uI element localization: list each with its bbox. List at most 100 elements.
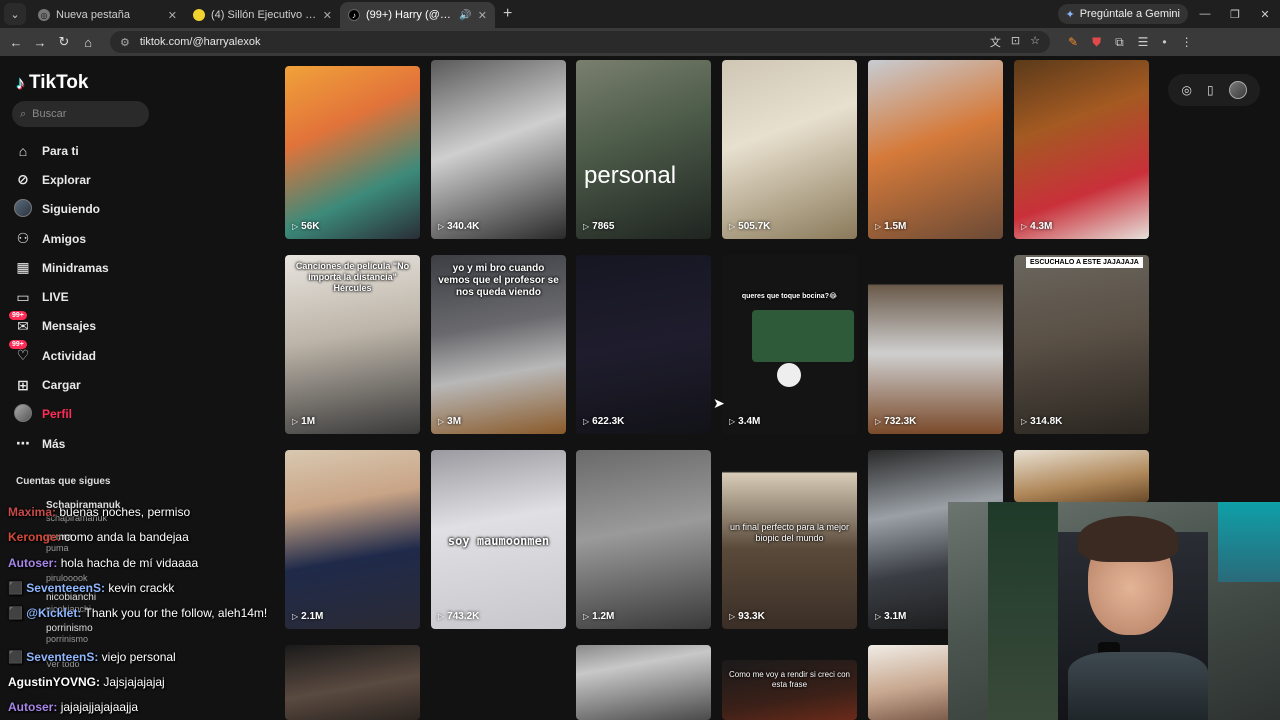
back-arrow-icon[interactable]: ← <box>4 35 28 50</box>
close-icon[interactable]: ✕ <box>323 9 332 22</box>
chat-message: Autoser: jajajajjajajaajja <box>8 700 139 714</box>
video-card[interactable]: yo y mi bro cuando vemos que el profesor… <box>431 255 566 434</box>
menu-item-amigos[interactable]: ⚇ Amigos <box>14 224 109 253</box>
menu-label: Mensajes <box>42 319 97 334</box>
play-icon: ▷ <box>583 222 590 231</box>
video-card[interactable]: ▷ 56K <box>285 66 420 239</box>
search-placeholder: Buscar <box>32 108 67 120</box>
video-card[interactable]: Como me voy a rendir si creci con esta f… <box>722 660 857 720</box>
coin-icon[interactable]: ◎ <box>1181 83 1191 97</box>
video-card[interactable]: ▷ 2.1M <box>285 450 420 629</box>
reload-icon[interactable]: ↻ <box>52 34 76 50</box>
forward-arrow-icon[interactable]: → <box>28 35 52 50</box>
video-card[interactable]: un final perfecto para la mejor biopic d… <box>722 450 857 629</box>
tab-sillon[interactable]: (4) Sillón Ejecutivo Gerencial Re ✕ <box>185 2 340 28</box>
extension-orange-icon[interactable]: ✎ <box>1068 35 1078 50</box>
menu-item-perfil[interactable]: Perfil <box>14 400 109 429</box>
restore-icon[interactable]: ❐ <box>1220 0 1250 28</box>
menu-item-mensajes[interactable]: ✉ 99+ Mensajes <box>9 310 109 341</box>
url-text: tiktok.com/@harryalexok <box>139 36 261 48</box>
following-section-title: Cuentas que sigues <box>16 476 111 487</box>
site-settings-icon[interactable]: ⚙ <box>120 36 130 49</box>
menu-label: Perfil <box>42 407 73 422</box>
video-card[interactable]: ▷ 1.2M <box>576 450 711 629</box>
video-card[interactable] <box>1014 450 1149 502</box>
menu-item-live[interactable]: ▭ LIVE <box>14 282 109 311</box>
tiktok-logo[interactable]: ♪ TikTok <box>16 72 88 94</box>
film-icon: ▦ <box>16 259 30 276</box>
chat-screenshot <box>752 310 854 362</box>
menu-item-siguiendo[interactable]: Siguiendo <box>14 195 109 224</box>
device-icon[interactable]: ▯ <box>1207 83 1214 97</box>
video-card[interactable]: ▷ 505.7K <box>722 60 857 239</box>
view-count: ▷ 4.3M <box>1021 221 1053 232</box>
video-card[interactable]: ▷ 4.3M <box>1014 60 1149 239</box>
close-icon[interactable]: ✕ <box>168 9 177 22</box>
extension-red-icon[interactable]: ⛊ <box>1092 35 1101 50</box>
video-card[interactable]: Canciones de película "No importa la dis… <box>285 255 420 434</box>
user-avatar[interactable] <box>1228 81 1247 99</box>
close-icon[interactable]: ✕ <box>478 9 487 22</box>
kick-badge-icon: ⬛ <box>8 650 23 664</box>
view-count: ▷ 2.1M <box>292 611 324 622</box>
play-icon: ▷ <box>1021 417 1028 426</box>
search-icon: ⌕ <box>20 107 27 120</box>
minimize-icon[interactable]: — <box>1190 0 1220 28</box>
video-card[interactable]: ▷ 732.3K <box>868 255 1003 434</box>
extensions-puzzle-icon[interactable]: ⧉ <box>1115 35 1124 50</box>
browser-tab-bar: ⌄ ◎ Nueva pestaña ✕ (4) Sillón Ejecutivo… <box>0 0 1280 28</box>
tab-search-button[interactable]: ⌄ <box>4 3 26 25</box>
menu-item-explorar[interactable]: ⊘ Explorar <box>14 165 109 194</box>
menu-label: Actividad <box>42 348 97 363</box>
video-card[interactable]: personal ▷ 7865 <box>576 60 711 239</box>
chat-message: Autoser: hola hacha de mí vidaaaa <box>8 556 199 570</box>
video-card[interactable]: ▷ 622.3K <box>576 255 711 434</box>
menu-item-minidramas[interactable]: ▦ Minidramas <box>14 253 108 282</box>
menu-item-cargar[interactable]: ⊞ Cargar <box>14 370 109 399</box>
search-input[interactable]: ⌕ Buscar <box>12 101 149 127</box>
tab-tiktok-harry[interactable]: ♪ (99+) Harry (@harryalexok) 🔊 ✕ <box>340 2 495 28</box>
video-card[interactable] <box>285 645 420 720</box>
view-count: ▷ 3.4M <box>729 416 761 427</box>
speaker-icon[interactable]: 🔊 <box>459 10 471 21</box>
video-card[interactable] <box>431 645 566 720</box>
video-caption: un final perfecto para la mejor biopic d… <box>729 522 850 543</box>
reading-list-icon[interactable]: ☰ <box>1138 35 1149 50</box>
tab-nueva-pestana[interactable]: ◎ Nueva pestaña ✕ <box>30 2 185 28</box>
play-icon: ▷ <box>292 612 299 621</box>
video-card[interactable]: queres que toque bocina?😂 ▷ 3.4M <box>722 255 857 434</box>
profile-avatar-icon <box>14 403 32 425</box>
install-app-icon[interactable]: ⊡ <box>1011 34 1020 50</box>
address-bar[interactable]: ⚙ tiktok.com/@harryalexok 文 ⊡ ☆ <box>110 31 1050 53</box>
home-browser-icon[interactable]: ⌂ <box>76 35 100 50</box>
window-close-icon[interactable]: ✕ <box>1250 0 1280 28</box>
new-tab-button[interactable]: + <box>495 5 520 28</box>
video-card[interactable] <box>576 645 711 720</box>
message-icon: ✉ 99+ <box>9 310 32 335</box>
menu-label: Más <box>42 436 66 451</box>
video-card[interactable]: ▷ 1.5M <box>868 60 1003 239</box>
menu-item-mas[interactable]: ⋯ Más <box>14 429 109 458</box>
unread-badge: 99+ <box>9 310 27 320</box>
menu-item-para-ti[interactable]: ⌂ Para ti <box>14 136 109 165</box>
unread-badge: 99+ <box>9 340 27 350</box>
mercadolibre-icon <box>193 9 205 21</box>
video-card[interactable]: soy maumoonmen ▷ 743.2K <box>431 450 566 629</box>
compass-icon: ⊘ <box>17 171 29 188</box>
kick-badge-icon: ⬛ <box>8 581 23 595</box>
gemini-button[interactable]: ✦ Pregúntale a Gemini <box>1057 4 1188 24</box>
video-card[interactable]: ESCUCHALO A ESTE JAJAJAJA ▷ 314.8K <box>1014 255 1149 434</box>
video-caption: ESCUCHALO A ESTE JAJAJAJA <box>1026 257 1143 268</box>
following-account[interactable]: porrinismo <box>46 623 93 634</box>
view-count: ▷ 1M <box>292 416 316 427</box>
gemini-label: Pregúntale a Gemini <box>1079 8 1180 20</box>
translate-icon[interactable]: 文 <box>990 34 1001 50</box>
home-icon: ⌂ <box>18 142 28 159</box>
video-card[interactable]: ▷ 340.4K <box>431 60 566 239</box>
kebab-menu-icon[interactable]: ⋮ <box>1181 35 1193 50</box>
upload-icon: ⊞ <box>17 376 29 393</box>
bookmark-star-icon[interactable]: ☆ <box>1030 34 1040 50</box>
menu-item-actividad[interactable]: ♡ 99+ Actividad <box>9 340 109 370</box>
profile-browser-icon[interactable]: • <box>1162 35 1166 50</box>
menu-label: Explorar <box>42 172 91 187</box>
